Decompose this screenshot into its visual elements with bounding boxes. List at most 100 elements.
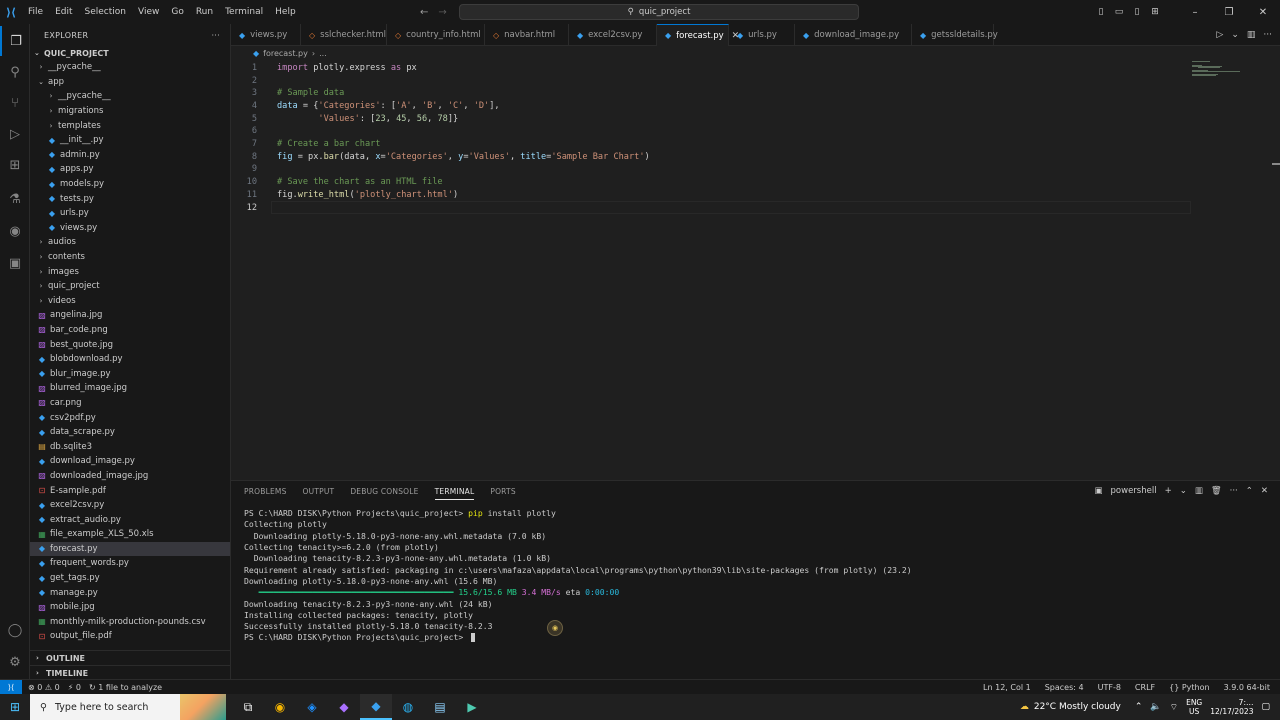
- extensions-icon[interactable]: ⊞: [0, 150, 30, 180]
- menu-run[interactable]: Run: [190, 0, 219, 24]
- file-item[interactable]: ◆ get_tags.py: [30, 571, 230, 586]
- file-item[interactable]: ▨ bar_code.png: [30, 323, 230, 338]
- tab-getssldetails-py[interactable]: ◆ getssldetails.py: [912, 24, 998, 46]
- tab-download-image-py[interactable]: ◆ download_image.py: [795, 24, 912, 46]
- remote-explorer-icon[interactable]: ◉: [0, 216, 30, 246]
- timeline-section[interactable]: › TIMELINE: [30, 665, 230, 679]
- clock[interactable]: 7:… 12/17/2023: [1210, 698, 1253, 716]
- folder-item[interactable]: › videos: [30, 294, 230, 309]
- cursor-position[interactable]: Ln 12, Col 1: [983, 683, 1031, 692]
- language-indicator[interactable]: ENG US: [1186, 698, 1202, 716]
- file-item[interactable]: ◆ tests.py: [30, 191, 230, 206]
- file-item[interactable]: ▦ file_example_XLS_50.xls: [30, 527, 230, 542]
- close-window-button[interactable]: ✕: [1246, 7, 1280, 18]
- terminal-app-icon[interactable]: ▶: [456, 694, 488, 720]
- task-view-icon[interactable]: ⧉: [232, 694, 264, 720]
- file-item[interactable]: ▨ angelina.jpg: [30, 308, 230, 323]
- analyze-status[interactable]: ↻ 1 file to analyze: [89, 683, 162, 692]
- menu-terminal[interactable]: Terminal: [219, 0, 269, 24]
- terminal-shell-name[interactable]: powershell: [1111, 486, 1157, 496]
- maximize-button[interactable]: ❐: [1212, 7, 1246, 18]
- encoding[interactable]: UTF-8: [1098, 683, 1121, 692]
- file-item[interactable]: ◆ models.py: [30, 177, 230, 192]
- split-terminal-icon[interactable]: ▥: [1195, 486, 1203, 496]
- vscode-taskbar-icon[interactable]: ◆: [360, 694, 392, 720]
- menu-go[interactable]: Go: [165, 0, 189, 24]
- new-terminal-icon[interactable]: +: [1165, 486, 1172, 496]
- file-item[interactable]: ◆ csv2pdf.py: [30, 410, 230, 425]
- testing-icon[interactable]: ⚗: [0, 184, 30, 214]
- terminal-view-icon[interactable]: ▣: [0, 248, 30, 278]
- file-item[interactable]: ◆ __init__.py: [30, 133, 230, 148]
- file-item[interactable]: ◆ frequent_words.py: [30, 556, 230, 571]
- folder-item[interactable]: › migrations: [30, 104, 230, 119]
- python-interpreter[interactable]: 3.9.0 64-bit: [1224, 683, 1270, 692]
- editor-more-icon[interactable]: ···: [1263, 30, 1272, 40]
- file-item[interactable]: ◆ excel2csv.py: [30, 498, 230, 513]
- line-endings[interactable]: CRLF: [1135, 683, 1155, 692]
- panel-tab-terminal[interactable]: TERMINAL: [434, 483, 475, 500]
- menu-selection[interactable]: Selection: [79, 0, 132, 24]
- folder-item[interactable]: › __pycache__: [30, 60, 230, 75]
- folder-item[interactable]: › images: [30, 264, 230, 279]
- file-item[interactable]: ▨ car.png: [30, 396, 230, 411]
- toggle-panel-icon[interactable]: ▭: [1110, 7, 1128, 17]
- folder-item[interactable]: › __pycache__: [30, 89, 230, 104]
- file-item[interactable]: ◆ urls.py: [30, 206, 230, 221]
- file-item[interactable]: ◆ manage.py: [30, 585, 230, 600]
- notifications-icon[interactable]: ▢: [1261, 702, 1270, 712]
- terminal-dropdown-icon[interactable]: ⌄: [1180, 486, 1187, 496]
- weather-widget[interactable]: ☁ 22°C Mostly cloudy: [1020, 702, 1121, 712]
- forward-arrow-icon[interactable]: →: [438, 7, 446, 18]
- folder-item[interactable]: › audios: [30, 235, 230, 250]
- language-mode[interactable]: {} Python: [1169, 683, 1209, 692]
- search-view-icon[interactable]: ⚲: [0, 57, 30, 87]
- ports-status[interactable]: ⚡ 0: [68, 683, 81, 692]
- file-item[interactable]: ▨ best_quote.jpg: [30, 337, 230, 352]
- split-editor-icon[interactable]: ▥: [1247, 30, 1256, 40]
- run-dropdown-icon[interactable]: ⌄: [1231, 30, 1239, 40]
- file-item[interactable]: ⊡ E-sample.pdf: [30, 483, 230, 498]
- file-item[interactable]: ◆ views.py: [30, 221, 230, 236]
- tab-country-info-html[interactable]: ◇ country_info.html: [387, 24, 485, 46]
- source-control-icon[interactable]: ⑂: [0, 88, 30, 118]
- file-item[interactable]: ▤ db.sqlite3: [30, 439, 230, 454]
- panel-more-icon[interactable]: ···: [1230, 486, 1238, 496]
- project-root[interactable]: ⌄ QUIC_PROJECT: [30, 46, 230, 60]
- kill-terminal-icon[interactable]: 🗑: [1211, 486, 1222, 496]
- taskbar-search[interactable]: ⚲ Type here to search: [30, 694, 226, 720]
- folder-item[interactable]: › quic_project: [30, 279, 230, 294]
- remote-indicator-icon[interactable]: ⟩⟨: [0, 679, 22, 695]
- back-arrow-icon[interactable]: ←: [420, 7, 428, 18]
- file-item[interactable]: ▦ monthly-milk-production-pounds.csv: [30, 615, 230, 630]
- chrome-icon[interactable]: ◉: [264, 694, 296, 720]
- panel-tab-ports[interactable]: PORTS: [490, 487, 515, 496]
- visual-studio-icon[interactable]: ◆: [328, 694, 360, 720]
- customize-layout-icon[interactable]: ⊞: [1146, 7, 1164, 17]
- settings-gear-icon[interactable]: ⚙: [0, 647, 30, 677]
- menu-edit[interactable]: Edit: [49, 0, 78, 24]
- code-editor[interactable]: 1 import plotly.express as px 2 3 # Sample d…: [231, 60, 1280, 480]
- explorer-icon[interactable]: ❐: [0, 26, 30, 56]
- file-explorer-icon[interactable]: ◈: [296, 694, 328, 720]
- outline-section[interactable]: › OUTLINE: [30, 650, 230, 665]
- run-debug-icon[interactable]: ▷: [0, 119, 30, 149]
- browser-icon[interactable]: ◍: [392, 694, 424, 720]
- menu-help[interactable]: Help: [269, 0, 302, 24]
- indentation[interactable]: Spaces: 4: [1045, 683, 1084, 692]
- panel-tab-debug-console[interactable]: DEBUG CONSOLE: [350, 487, 418, 496]
- windows-start-icon[interactable]: ⊞: [0, 700, 30, 714]
- volume-icon[interactable]: 🔈: [1150, 702, 1161, 712]
- minimize-button[interactable]: –: [1178, 7, 1212, 18]
- toggle-secondary-sidebar-icon[interactable]: ▯: [1128, 7, 1146, 17]
- file-item[interactable]: ▨ blurred_image.jpg: [30, 381, 230, 396]
- file-item[interactable]: ◆ extract_audio.py: [30, 512, 230, 527]
- tab-urls-py[interactable]: ◆ urls.py: [729, 24, 795, 46]
- breadcrumb-file[interactable]: forecast.py: [263, 49, 308, 58]
- file-item[interactable]: ⊡ output_file.pdf: [30, 629, 230, 644]
- panel-tab-output[interactable]: OUTPUT: [303, 487, 335, 496]
- command-center[interactable]: ⚲ quic_project: [459, 4, 859, 20]
- toggle-sidebar-icon[interactable]: ▯: [1092, 7, 1110, 17]
- tab-navbar-html[interactable]: ◇ navbar.html: [485, 24, 569, 46]
- notepad-icon[interactable]: ▤: [424, 694, 456, 720]
